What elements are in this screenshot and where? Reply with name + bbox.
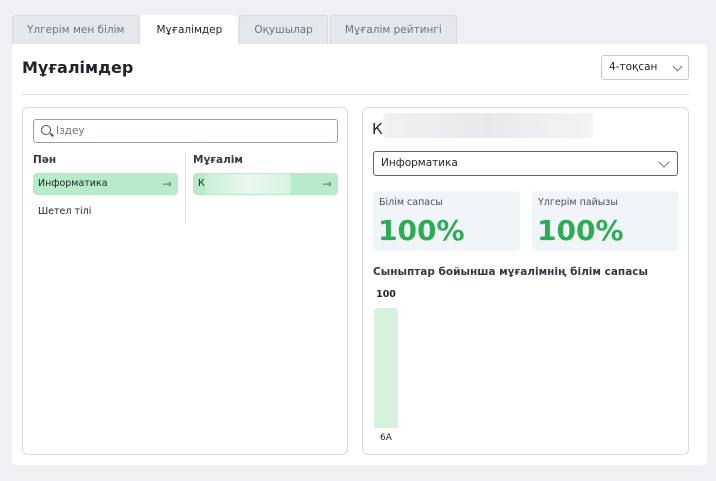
main-panel: Мұғалімдер 4-тоқсан Пән Мұғалім Информат… <box>12 44 707 465</box>
teacher-name: К <box>372 120 383 138</box>
progress-percent-stat: Үлгерім пайызы 100% <box>532 191 679 251</box>
quarter-select-value: 4-тоқсан <box>609 61 658 73</box>
tab-learning-and-knowledge[interactable]: Үлгерім мен білім <box>12 15 140 44</box>
subject-item-label: Информатика <box>38 178 108 189</box>
chevron-down-icon <box>658 156 670 168</box>
arrow-right-icon: → <box>161 177 172 191</box>
redacted-name <box>383 113 593 138</box>
bar <box>374 308 398 428</box>
teacher-item[interactable]: К → <box>193 173 338 195</box>
redacted-name <box>205 174 291 194</box>
bar-value-label: 100 <box>376 289 396 300</box>
page-title: Мұғалімдер <box>22 58 134 77</box>
subject-column-header: Пән <box>33 154 57 166</box>
subject-teacher-picker: Пән Мұғалім Информатика → Шетел тілі К → <box>22 107 348 455</box>
tab-students[interactable]: Оқушылар <box>239 15 328 44</box>
subject-item-foreign-language[interactable]: Шетел тілі <box>38 206 91 217</box>
tab-teachers[interactable]: Мұғалімдер <box>141 15 238 44</box>
teacher-item-label: К <box>198 178 205 189</box>
stat-value: 100% <box>378 214 465 247</box>
subject-select[interactable]: Информатика <box>373 151 678 176</box>
stat-label: Үлгерім пайызы <box>538 197 618 208</box>
stat-value: 100% <box>537 214 624 247</box>
search-icon <box>41 125 51 135</box>
chevron-down-icon <box>672 61 683 72</box>
teacher-detail-card: К Информатика Білім сапасы 100% Үлгерім … <box>362 107 689 455</box>
chart-title: Сыныптар бойынша мұғалімнің білім сапасы <box>373 266 648 278</box>
column-divider <box>185 153 186 223</box>
teacher-column-header: Мұғалім <box>193 154 243 166</box>
bar-category-label: 6А <box>380 433 392 443</box>
stat-label: Білім сапасы <box>379 197 443 208</box>
divider <box>22 94 689 95</box>
search-input[interactable] <box>56 122 331 140</box>
knowledge-quality-stat: Білім сапасы 100% <box>373 191 520 251</box>
search-box[interactable] <box>33 119 338 143</box>
tab-teacher-rating[interactable]: Мұғалім рейтингі <box>329 15 457 44</box>
subject-item-informatics[interactable]: Информатика → <box>33 173 178 195</box>
quarter-select[interactable]: 4-тоқсан <box>601 55 689 80</box>
tab-bar: Үлгерім мен білім Мұғалімдер Оқушылар Мұ… <box>12 15 459 44</box>
arrow-right-icon: → <box>321 177 332 191</box>
subject-select-value: Информатика <box>381 157 458 169</box>
